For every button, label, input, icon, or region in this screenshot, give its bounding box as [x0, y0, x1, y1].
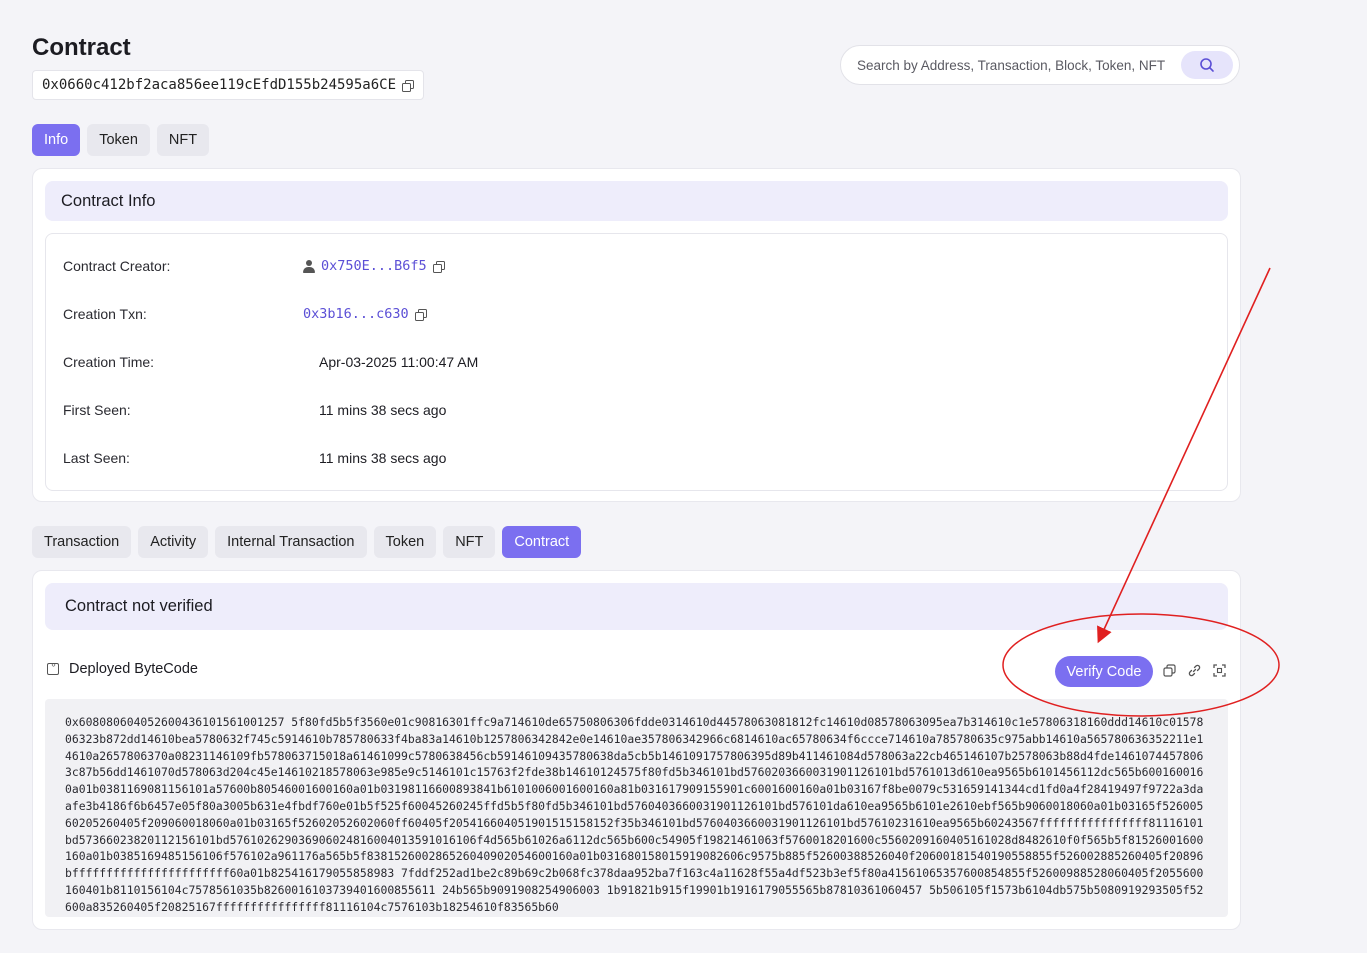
contract-status-banner: Contract not verified [45, 583, 1228, 630]
fullscreen-icon[interactable] [1213, 664, 1226, 677]
creation-txn-link[interactable]: 0x3b16...c630 [303, 306, 409, 322]
link-icon[interactable] [1188, 664, 1201, 677]
user-icon [303, 259, 315, 273]
creator-address-link[interactable]: 0x750E...B6f5 [321, 258, 427, 274]
tab-token[interactable]: Token [373, 526, 437, 558]
row-label: Creation Time: [63, 354, 155, 370]
bytecode-tools [1163, 664, 1226, 677]
last-seen-value: 11 mins 38 secs ago [319, 450, 447, 466]
contract-address-box: 0x0660c412bf2aca856ee119cEfdD155b24595a6… [32, 70, 425, 100]
row-creation-txn: Creation Txn: 0x3b16...c630 [63, 304, 427, 324]
bytecode-label: Deployed ByteCode [69, 661, 198, 677]
contract-info-heading: Contract Info [45, 181, 1228, 221]
tab-transaction[interactable]: Transaction [32, 526, 132, 558]
contract-info-card: Contract Info Contract Creator: 0x750E..… [32, 168, 1241, 502]
detail-tabs: Transaction Activity Internal Transactio… [32, 526, 582, 558]
creation-time-value: Apr-03-2025 11:00:47 AM [319, 354, 479, 370]
row-last-seen: Last Seen: 11 mins 38 secs ago [63, 448, 446, 468]
contract-info-details: Contract Creator: 0x750E...B6f5 Creation… [45, 233, 1228, 491]
row-contract-creator: Contract Creator: 0x750E...B6f5 [63, 256, 445, 276]
tab-nft[interactable]: NFT [443, 526, 496, 558]
row-label: Contract Creator: [63, 258, 171, 274]
top-tabs: Info Token NFT [32, 124, 210, 156]
code-icon [47, 660, 59, 675]
verify-code-button[interactable]: Verify Code [1055, 656, 1153, 687]
tab-internal-transaction[interactable]: Internal Transaction [215, 526, 367, 558]
row-creation-time: Creation Time: Apr-03-2025 11:00:47 AM [63, 352, 478, 372]
tab-nft[interactable]: NFT [156, 124, 210, 156]
bytecode-header: Deployed ByteCode [47, 660, 198, 677]
tab-contract[interactable]: Contract [502, 526, 582, 558]
copy-icon[interactable] [402, 79, 415, 92]
contract-card: Contract not verified Deployed ByteCode … [32, 570, 1241, 930]
tab-activity[interactable]: Activity [138, 526, 209, 558]
row-label: First Seen: [63, 402, 131, 418]
contract-address: 0x0660c412bf2aca856ee119cEfdD155b24595a6… [42, 77, 397, 93]
bytecode-box[interactable]: 0x608080604052600436101561001257 5f80fd5… [45, 699, 1228, 917]
row-first-seen: First Seen: 11 mins 38 secs ago [63, 400, 446, 420]
search-icon [1200, 58, 1214, 72]
bytecode-text: 0x608080604052600436101561001257 5f80fd5… [65, 715, 1204, 914]
search-button[interactable] [1181, 51, 1233, 79]
copy-icon[interactable] [414, 308, 427, 321]
row-label: Creation Txn: [63, 306, 147, 322]
tab-info[interactable]: Info [32, 124, 81, 156]
first-seen-value: 11 mins 38 secs ago [319, 402, 447, 418]
search-input[interactable] [857, 57, 1181, 73]
search-bar [840, 45, 1240, 85]
copy-icon[interactable] [432, 260, 445, 273]
tab-token[interactable]: Token [87, 124, 150, 156]
copy-icon[interactable] [1163, 664, 1176, 677]
row-label: Last Seen: [63, 450, 130, 466]
page-title: Contract [32, 34, 131, 61]
